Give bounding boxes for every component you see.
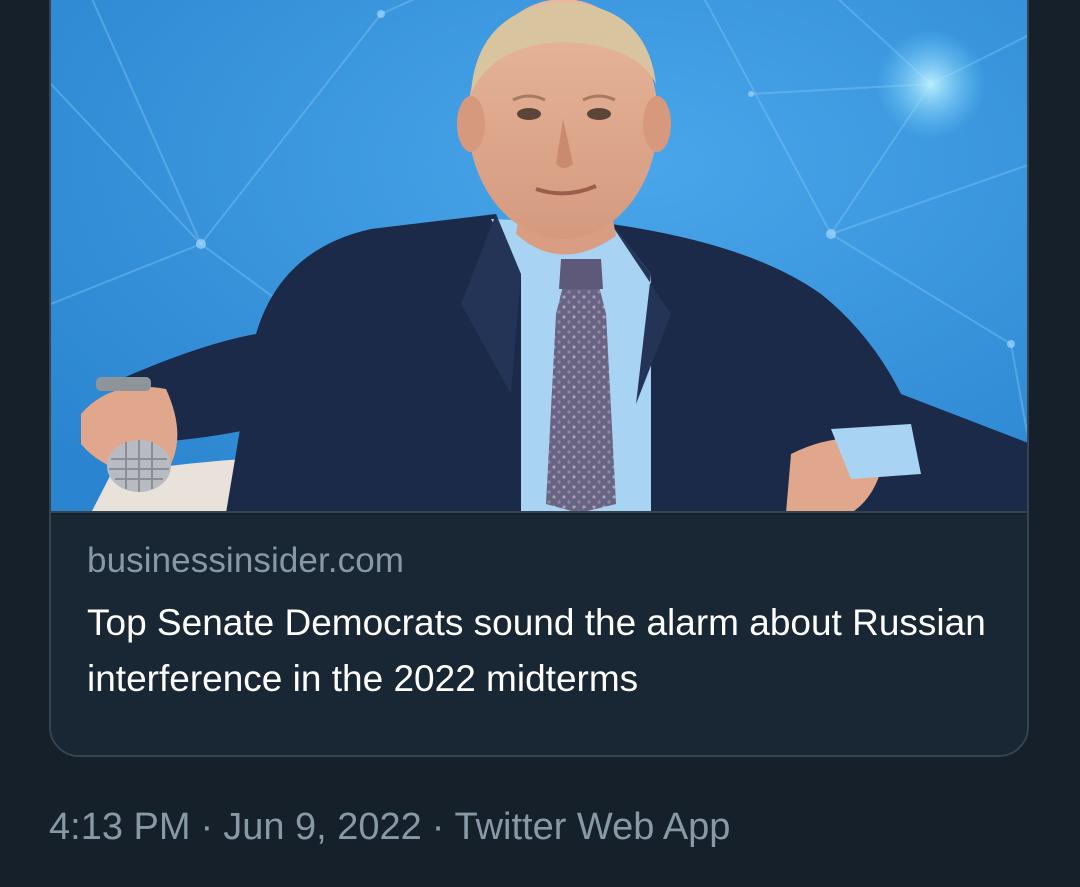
link-preview-card[interactable]: businessinsider.com Top Senate Democrats… — [49, 0, 1029, 757]
separator: · — [200, 806, 214, 848]
link-title: Top Senate Democrats sound the alarm abo… — [87, 602, 986, 699]
article-photo — [51, 0, 1027, 511]
tie — [546, 286, 616, 511]
watch — [96, 377, 151, 391]
link-domain: businessinsider.com — [87, 541, 405, 580]
tweet-date[interactable]: Jun 9, 2022 — [223, 806, 422, 848]
link-preview-meta[interactable]: businessinsider.com Top Senate Democrats… — [51, 515, 1027, 755]
tweet-time[interactable]: 4:13 PM — [49, 806, 191, 848]
link-preview-image[interactable] — [51, 0, 1027, 513]
tweet-source[interactable]: Twitter Web App — [454, 806, 730, 848]
tweet-timestamp-row: 4:13 PM · Jun 9, 2022 · Twitter Web App — [49, 806, 730, 849]
light-glow — [876, 29, 986, 139]
tweet-detail: businessinsider.com Top Senate Democrats… — [0, 0, 1080, 887]
separator: · — [431, 806, 445, 848]
